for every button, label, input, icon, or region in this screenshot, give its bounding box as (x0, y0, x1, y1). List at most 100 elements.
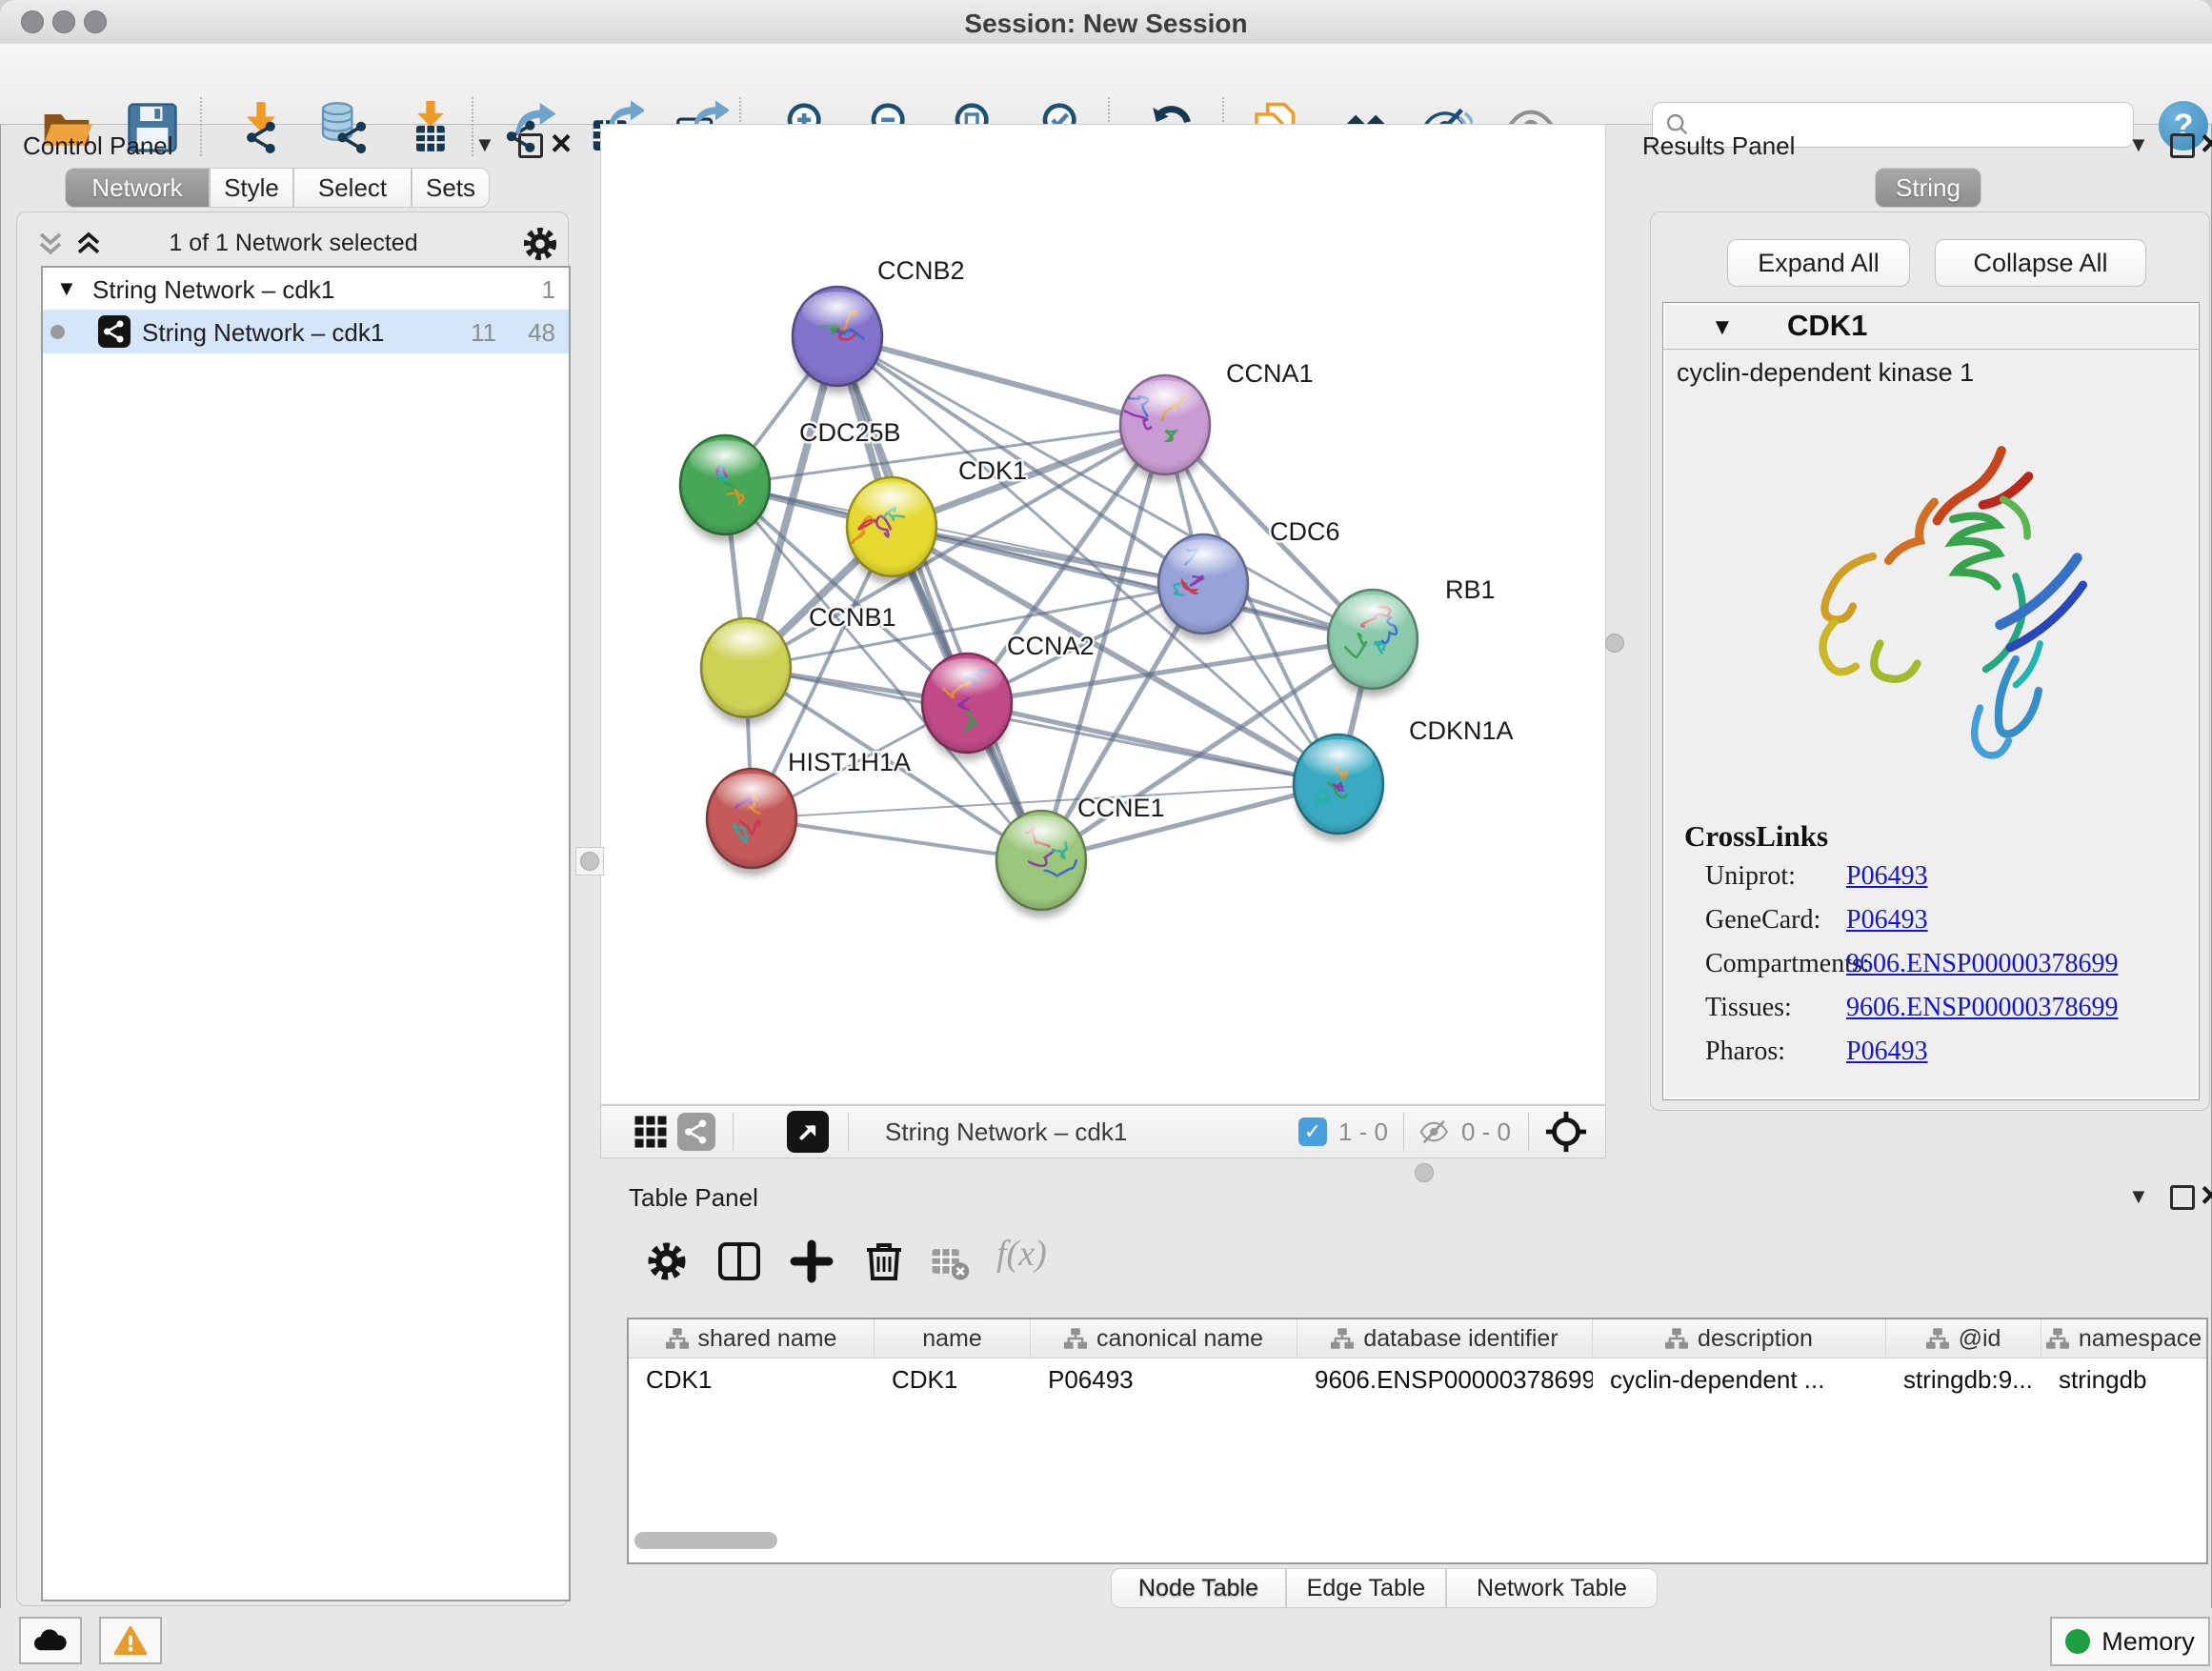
table-panel-menu-icon[interactable]: ▼ (2128, 1184, 2149, 1209)
function-builder-icon: f(x) (996, 1233, 1047, 1275)
network-node-CCNA1[interactable]: CCNA1 (1120, 359, 1314, 482)
tab-node-table[interactable]: Node Table (1111, 1568, 1286, 1608)
shared-column-icon (1665, 1327, 1688, 1350)
column-header[interactable]: shared name (629, 1319, 875, 1358)
hidden-elements-icon[interactable] (1418, 1116, 1452, 1148)
grid-view-icon[interactable] (632, 1113, 670, 1151)
status-bar: Memory (0, 1608, 2212, 1671)
node-label: CDC6 (1270, 517, 1340, 546)
results-panel-close-icon[interactable]: × (2201, 132, 2212, 155)
node-result-card: ▼ CDK1 cyclin-dependent kinase 1 (1662, 302, 2200, 1100)
warnings-button[interactable] (99, 1617, 162, 1664)
collapse-all-networks-icon[interactable] (34, 230, 67, 258)
delete-column-trash-icon[interactable] (861, 1238, 907, 1284)
network-tree: ▼ String Network – cdk1 1 String Network… (41, 266, 571, 1601)
network-node-CDKN1A[interactable]: CDKN1A (1294, 716, 1514, 841)
control-panel-close-icon[interactable]: × (551, 132, 572, 155)
column-header[interactable]: database identifier (1297, 1319, 1593, 1358)
node-label: CDK1 (958, 456, 1027, 485)
column-header[interactable]: name (875, 1319, 1031, 1358)
protein-structure-image (1706, 408, 2154, 808)
shared-column-icon (2046, 1327, 2069, 1350)
node-label: RB1 (1445, 575, 1496, 604)
memory-label: Memory (2101, 1627, 2195, 1657)
shared-column-icon (1064, 1327, 1087, 1350)
navbar-separator (848, 1113, 849, 1151)
column-header[interactable]: canonical name (1031, 1319, 1297, 1358)
crosslink-uniprot-link[interactable]: P06493 (1846, 861, 1928, 892)
control-panel-menu-icon[interactable]: ▼ (474, 132, 495, 157)
table-panel-close-icon[interactable]: × (2201, 1184, 2212, 1207)
network-view-mode-icon[interactable] (677, 1113, 715, 1151)
column-header[interactable]: description (1593, 1319, 1886, 1358)
shared-column-icon (1331, 1327, 1354, 1350)
network-current-indicator (50, 325, 65, 339)
crosslink-compartments-link[interactable]: 9606.ENSP00000378699 (1846, 949, 2118, 979)
crosslink-genecard-link[interactable]: P06493 (1846, 905, 1928, 936)
horizontal-scrollbar-thumb[interactable] (634, 1532, 777, 1549)
memory-button[interactable]: Memory (2050, 1617, 2210, 1666)
network-edge-count: 48 (528, 318, 555, 348)
expand-all-networks-icon[interactable] (72, 230, 105, 258)
node-label: CCNE1 (1077, 794, 1165, 822)
node-label: CDC25B (799, 418, 901, 447)
network-edge[interactable] (967, 703, 1338, 784)
network-canvas[interactable]: CCNB2CCNA1CDC25BCDK1CDC6RB1CCNB1CCNA2CDK… (600, 124, 1606, 1105)
network-node-RB1[interactable]: RB1 (1328, 575, 1496, 696)
tab-string[interactable]: String (1875, 168, 1981, 208)
collapse-all-button[interactable]: Collapse All (1935, 239, 2146, 287)
tab-select[interactable]: Select (293, 168, 412, 208)
network-node-count: 11 (471, 318, 496, 348)
node-label: CDKN1A (1409, 716, 1514, 745)
network-collection-row[interactable]: ▼ String Network – cdk1 1 (43, 268, 569, 310)
selected-checkbox-icon[interactable]: ✓ (1298, 1117, 1327, 1146)
collection-label: String Network – cdk1 (92, 275, 334, 305)
left-splitter-handle[interactable] (575, 847, 604, 876)
crosslinks-list: Uniprot:P06493 GeneCard:P06493 Compartme… (1705, 861, 2182, 1080)
control-panel-float-icon[interactable] (518, 133, 543, 158)
tab-network[interactable]: Network (65, 168, 210, 208)
shared-column-icon (1926, 1327, 1949, 1350)
cloud-icon (32, 1628, 69, 1653)
add-column-icon[interactable] (789, 1238, 835, 1284)
network-graph[interactable]: CCNB2CCNA1CDC25BCDK1CDC6RB1CCNB1CCNA2CDK… (601, 125, 1605, 1104)
crosslink-label: Tissues: (1705, 993, 1792, 1022)
network-label: String Network – cdk1 (142, 318, 384, 348)
table-row[interactable]: CDK1 CDK1 P06493 9606.ENSP00000378699 cy… (629, 1359, 2206, 1400)
network-view-toolbar: String Network – cdk1 ✓ 1 - 0 0 - 0 (600, 1105, 1606, 1158)
network-row-selected[interactable]: String Network – cdk1 11 48 (43, 310, 569, 353)
tab-style[interactable]: Style (210, 168, 293, 208)
node-label: CCNB1 (809, 603, 896, 632)
collection-expander-icon[interactable]: ▼ (56, 276, 77, 301)
tab-edge-table[interactable]: Edge Table (1286, 1568, 1446, 1608)
results-panel-menu-icon[interactable]: ▼ (2128, 132, 2149, 157)
column-header[interactable]: namespace (2041, 1319, 2206, 1358)
column-header[interactable]: @id (1886, 1319, 2041, 1358)
results-panel-float-icon[interactable] (2170, 133, 2195, 158)
navbar-separator (733, 1113, 734, 1151)
birds-eye-view-icon[interactable] (787, 1111, 829, 1153)
crosslink-label: GeneCard: (1705, 905, 1820, 935)
node-card-expander-icon[interactable]: ▼ (1711, 314, 1734, 341)
title-bar: Session: New Session (0, 0, 2212, 45)
table-options-gear-icon[interactable] (644, 1238, 690, 1284)
network-selection-status: 1 of 1 Network selected (112, 230, 474, 257)
show-columns-icon[interactable] (716, 1238, 762, 1284)
right-splitter-handle[interactable] (1605, 634, 1624, 653)
crosslink-pharos-link[interactable]: P06493 (1846, 1037, 1928, 1067)
tab-network-table[interactable]: Network Table (1446, 1568, 1658, 1608)
network-options-gear-icon[interactable] (520, 224, 560, 264)
node-label: HIST1H1A (788, 748, 911, 776)
crosslink-tissues-link[interactable]: 9606.ENSP00000378699 (1846, 993, 2118, 1023)
tab-sets[interactable]: Sets (412, 168, 490, 208)
network-tab-panel: 1 of 1 Network selected ▼ String Network… (16, 211, 569, 1606)
crosslink-label: Uniprot: (1705, 861, 1796, 891)
warning-icon (113, 1625, 148, 1656)
cloud-status-button[interactable] (19, 1617, 82, 1664)
edge-layer (725, 336, 1373, 860)
expand-all-button[interactable]: Expand All (1727, 239, 1910, 287)
control-panel: Control Panel ▼ × Network Style Select S… (11, 124, 570, 1608)
table-panel-float-icon[interactable] (2170, 1185, 2195, 1210)
control-panel-title: Control Panel (23, 131, 173, 161)
fit-selection-target-icon[interactable] (1544, 1110, 1588, 1154)
